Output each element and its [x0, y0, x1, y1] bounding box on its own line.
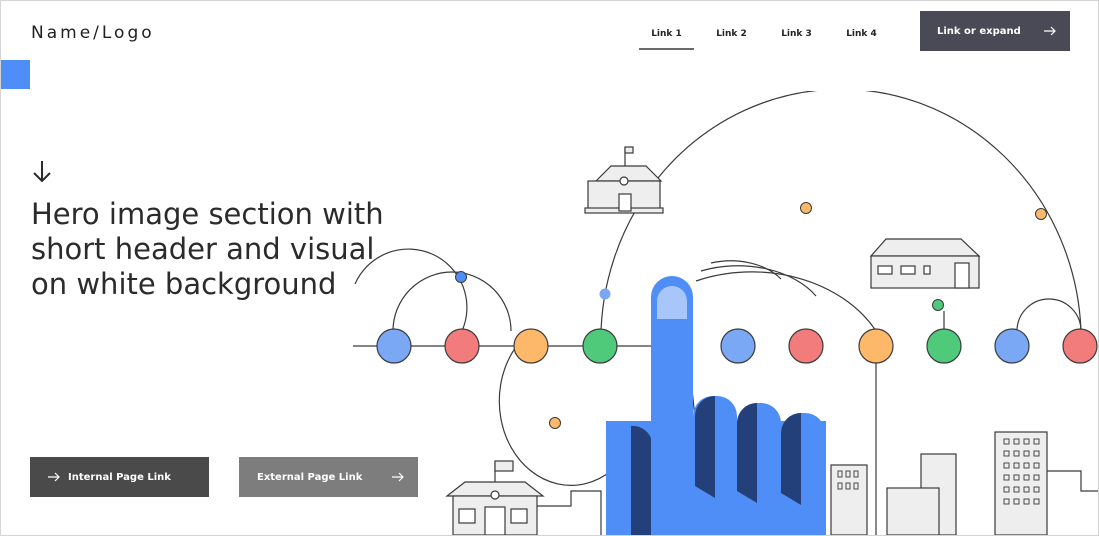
city-buildings: [830, 431, 1048, 535]
main-nav: Link 1 Link 2 Link 3 Link 4: [639, 19, 899, 50]
circle-green-2: [926, 328, 962, 364]
dot-orange-small: [549, 417, 561, 429]
arc-1: [354, 248, 468, 332]
arc-2: [392, 271, 512, 332]
nav-link-4[interactable]: Link 4: [834, 19, 889, 50]
nav-link-2[interactable]: Link 2: [704, 19, 759, 50]
school-building-bottom: [445, 460, 545, 535]
circle-red-1: [444, 328, 480, 364]
arrow-right-icon: [1044, 26, 1056, 36]
cta-label: Link or expand: [937, 25, 1021, 37]
dot-blue-small: [455, 271, 467, 283]
hero-title: Hero image section with short header and…: [31, 197, 384, 301]
hero-illustration: [353, 91, 1098, 535]
dot-orange-top: [800, 202, 812, 214]
dot-blue-light: [599, 288, 611, 300]
dot-orange-right: [1035, 208, 1047, 220]
circle-blue-2: [720, 328, 756, 364]
internal-link-label: Internal Page Link: [68, 471, 171, 483]
dot-green-small: [932, 299, 944, 311]
arc-small-1: [700, 265, 817, 297]
circle-red-2: [788, 328, 824, 364]
arc-right: [1016, 298, 1082, 332]
house-building: [869, 238, 981, 289]
accent-square: [1, 60, 30, 89]
arrow-right-icon: [48, 472, 60, 482]
nav-link-1[interactable]: Link 1: [639, 19, 694, 50]
page: Name/Logo Link 1 Link 2 Link 3 Link 4 Li…: [0, 0, 1099, 536]
circle-orange-2: [858, 328, 894, 364]
circle-blue-1: [376, 328, 412, 364]
pointing-hand-icon: [606, 276, 826, 535]
internal-page-link-button[interactable]: Internal Page Link: [30, 457, 209, 497]
circle-orange-1: [513, 328, 549, 364]
logo[interactable]: Name/Logo: [31, 23, 155, 43]
arc-mid: [695, 271, 877, 332]
nav-link-3[interactable]: Link 3: [769, 19, 824, 50]
arrow-down-icon: [33, 161, 51, 183]
link-or-expand-button[interactable]: Link or expand: [920, 11, 1070, 51]
circle-green-1: [582, 328, 618, 364]
school-building-top: [584, 146, 664, 214]
circle-blue-3: [994, 328, 1030, 364]
circle-red-3: [1062, 328, 1098, 364]
